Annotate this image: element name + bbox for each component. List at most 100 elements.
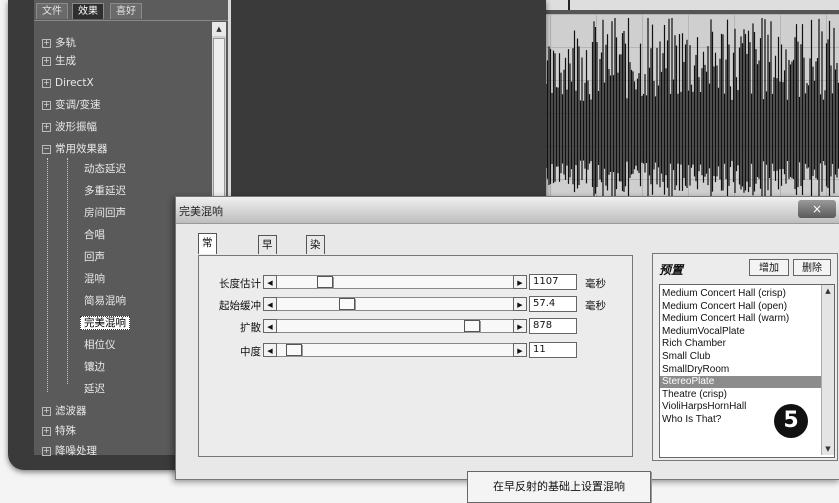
tree-label: 混响: [84, 273, 105, 285]
tree-label: 镶边: [84, 361, 105, 373]
preset-list[interactable]: Medium Concert Hall (crisp) Medium Concer…: [659, 284, 835, 458]
scroll-up-icon[interactable]: ▲: [212, 22, 226, 36]
tree-label: 波形振幅: [55, 121, 97, 133]
tree-effect-item[interactable]: 简易混响: [84, 292, 126, 310]
preset-item[interactable]: Medium Concert Hall (open): [660, 301, 822, 313]
param-label: 中度: [240, 346, 261, 358]
tree-effect-item[interactable]: 合唱: [84, 226, 105, 244]
tree-category-filters[interactable]: + 滤波器: [42, 402, 87, 420]
param-value-field[interactable]: 878: [529, 318, 577, 334]
slider-left-arrow-icon[interactable]: ◀: [263, 275, 277, 289]
tree-effect-item[interactable]: 回声: [84, 248, 105, 266]
tree-category-pitch[interactable]: + 变调/变速: [42, 96, 101, 114]
tree-effect-item[interactable]: 动态延迟: [84, 160, 126, 178]
tree-category-multitrack[interactable]: + 多轨: [42, 34, 76, 52]
slider-track[interactable]: [277, 343, 513, 357]
slider-right-arrow-icon[interactable]: ▶: [513, 275, 527, 289]
presets-title: 预置: [659, 263, 684, 277]
slider-thumb[interactable]: [464, 320, 480, 332]
slider-right-arrow-icon[interactable]: ▶: [513, 297, 527, 311]
set-reverb-from-early-reflections-button[interactable]: 在早反射的基础上设置混响: [467, 471, 651, 503]
expand-icon[interactable]: +: [42, 426, 51, 436]
tab-general-reverb[interactable]: 常规混响: [198, 233, 217, 303]
param-value-field[interactable]: 11: [529, 342, 577, 358]
close-button[interactable]: ×: [798, 200, 836, 218]
tree-connector: [67, 158, 68, 384]
tree-effect-item[interactable]: 延迟: [84, 380, 105, 398]
preset-item[interactable]: Small Club: [660, 351, 822, 363]
tree-label: 多重延迟: [84, 185, 126, 197]
scroll-thumb[interactable]: [213, 38, 225, 198]
tree-label: 合唱: [84, 229, 105, 241]
slider-thumb[interactable]: [317, 276, 333, 288]
tree-category-generate[interactable]: + 生成: [42, 52, 76, 70]
expand-icon[interactable]: +: [42, 100, 51, 110]
tab-content: 长度估计 ◀ ▶ 1107 毫秒 起始缓冲 ◀ ▶ 57.4 毫秒 扩散 ◀ ▶ 878 中度 ◀ ▶ 11 在早…: [198, 255, 651, 503]
tab-early-reflections[interactable]: 早反射: [258, 235, 277, 287]
tree-effect-item[interactable]: 房间回声: [84, 204, 126, 222]
preset-item[interactable]: SmallDryRoom: [660, 364, 822, 376]
tree-effect-item[interactable]: 混响: [84, 270, 105, 288]
dialog-title: 完美混响: [179, 205, 223, 218]
expand-icon[interactable]: +: [42, 56, 51, 66]
slider-track[interactable]: [277, 275, 513, 289]
expand-icon[interactable]: +: [42, 122, 51, 132]
preset-item[interactable]: Rich Chamber: [660, 338, 822, 350]
tree-effect-item-selected[interactable]: 完美混响: [80, 314, 130, 332]
delete-preset-button[interactable]: 删除: [793, 259, 831, 276]
tree-label: DirectX: [55, 77, 94, 89]
slider-track[interactable]: [277, 297, 513, 311]
preset-item[interactable]: Medium Concert Hall (warm): [660, 313, 822, 325]
timeline-strip: [546, 0, 839, 10]
preset-scrollbar[interactable]: ▲ ▼: [821, 285, 834, 455]
preset-item[interactable]: Theatre (crisp): [660, 389, 822, 401]
param-label: 长度估计: [219, 278, 261, 290]
tree-effect-item[interactable]: 相位仪: [84, 336, 116, 354]
dialog-titlebar[interactable]: 完美混响 ×: [176, 197, 839, 224]
param-row: 中度 ◀ ▶ 11: [199, 342, 629, 360]
tree-label: 延迟: [84, 383, 105, 395]
tab-effects[interactable]: 效果: [72, 3, 104, 19]
tab-favorites[interactable]: 喜好: [110, 3, 142, 19]
param-value-field[interactable]: 1107: [529, 274, 577, 290]
slider-left-arrow-icon[interactable]: ◀: [263, 297, 277, 311]
param-row: 起始缓冲 ◀ ▶ 57.4 毫秒: [199, 296, 629, 314]
tab-file[interactable]: 文件: [36, 3, 68, 19]
slider-right-arrow-icon[interactable]: ▶: [513, 319, 527, 333]
preset-item[interactable]: StereoPlate: [660, 376, 822, 389]
tree-label: 多轨: [55, 37, 76, 49]
expand-icon[interactable]: +: [42, 446, 51, 456]
tree-effect-item[interactable]: 多重延迟: [84, 182, 126, 200]
tree-category-directx[interactable]: + DirectX: [42, 74, 94, 92]
param-unit: 毫秒: [585, 300, 606, 312]
expand-icon[interactable]: +: [42, 406, 51, 416]
scroll-up-icon[interactable]: ▲: [822, 285, 834, 297]
slider-left-arrow-icon[interactable]: ◀: [263, 343, 277, 357]
tree-category-special[interactable]: + 特殊: [42, 422, 76, 440]
tree-category-common-effects[interactable]: − 常用效果器: [42, 140, 108, 158]
add-preset-button[interactable]: 增加: [749, 259, 789, 276]
tree-label: 生成: [55, 55, 76, 67]
tree-connector: [47, 158, 48, 392]
param-row: 长度估计 ◀ ▶ 1107 毫秒: [199, 274, 629, 292]
presets-panel: 预置 增加 删除 Medium Concert Hall (crisp) Medi…: [652, 253, 838, 461]
step-number-badge: 5: [774, 404, 808, 438]
expand-icon[interactable]: +: [42, 38, 51, 48]
slider-thumb[interactable]: [286, 344, 302, 356]
tree-category-amplitude[interactable]: + 波形振幅: [42, 118, 97, 136]
tab-coloration[interactable]: 染色: [306, 235, 325, 269]
expand-icon[interactable]: +: [42, 78, 51, 88]
tree-effect-item[interactable]: 镶边: [84, 358, 105, 376]
preset-item[interactable]: MediumVocalPlate: [660, 326, 822, 338]
scroll-down-icon[interactable]: ▼: [822, 443, 834, 455]
slider-track[interactable]: [277, 319, 513, 333]
param-value-field[interactable]: 57.4: [529, 296, 577, 312]
collapse-icon[interactable]: −: [42, 144, 51, 154]
slider-right-arrow-icon[interactable]: ▶: [513, 343, 527, 357]
preset-item[interactable]: Medium Concert Hall (crisp): [660, 288, 822, 300]
tree-category-noise[interactable]: + 降噪处理: [42, 442, 97, 460]
tree-label: 特殊: [55, 425, 76, 437]
tree-label: 简易混响: [84, 295, 126, 307]
slider-thumb[interactable]: [339, 298, 355, 310]
slider-left-arrow-icon[interactable]: ◀: [263, 319, 277, 333]
